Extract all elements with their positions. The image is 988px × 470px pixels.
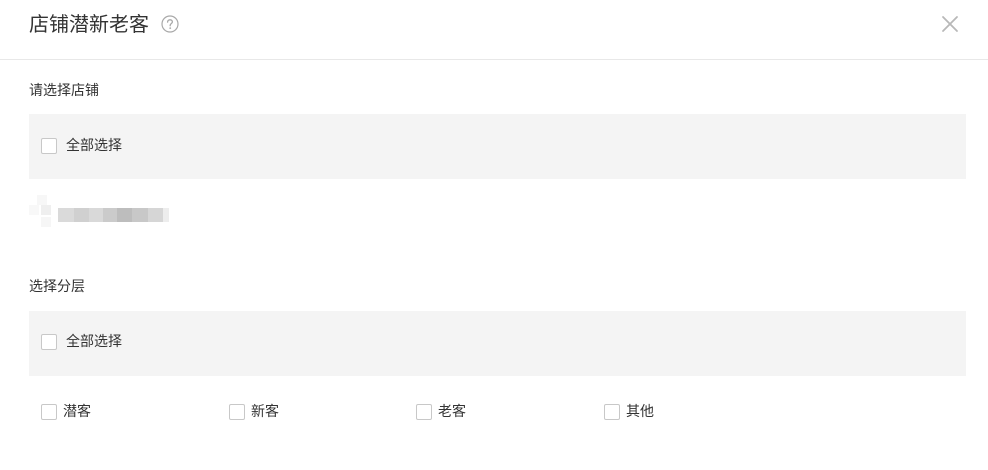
question-circle-icon[interactable]	[161, 15, 179, 33]
checkbox-box[interactable]	[604, 404, 620, 420]
store-select-all-bar: 全部选择	[29, 114, 966, 179]
checkbox-box[interactable]	[41, 138, 57, 154]
layer-select-all-bar: 全部选择	[29, 311, 966, 376]
store-select-all-label: 全部选择	[66, 138, 122, 154]
close-icon[interactable]	[940, 14, 960, 34]
dialog-title: 店铺潜新老客	[29, 12, 149, 36]
checkbox-box[interactable]	[229, 404, 245, 420]
store-section-label: 请选择店铺	[29, 83, 99, 99]
store-list-item-redacted	[29, 195, 169, 235]
layer-select-all-label: 全部选择	[66, 334, 122, 350]
store-select-all-checkbox[interactable]: 全部选择	[41, 137, 122, 155]
checkbox-box[interactable]	[41, 404, 57, 420]
layer-option-label: 新客	[251, 404, 279, 420]
layer-select-all-checkbox[interactable]: 全部选择	[41, 333, 122, 351]
layer-section-label: 选择分层	[29, 279, 85, 295]
checkbox-box[interactable]	[41, 334, 57, 350]
layer-option-new[interactable]: 新客	[229, 403, 279, 421]
store-customer-dialog: 店铺潜新老客 请选择店铺 全部选择 选择分层 全部选择 潜客 新客 老客 其他	[0, 0, 988, 470]
layer-option-label: 老客	[438, 404, 466, 420]
dialog-header: 店铺潜新老客	[0, 0, 988, 60]
layer-option-returning[interactable]: 老客	[416, 403, 466, 421]
layer-option-potential[interactable]: 潜客	[41, 403, 91, 421]
layer-option-label: 其他	[626, 404, 654, 420]
layer-option-other[interactable]: 其他	[604, 403, 654, 421]
checkbox-box[interactable]	[416, 404, 432, 420]
layer-option-label: 潜客	[63, 404, 91, 420]
